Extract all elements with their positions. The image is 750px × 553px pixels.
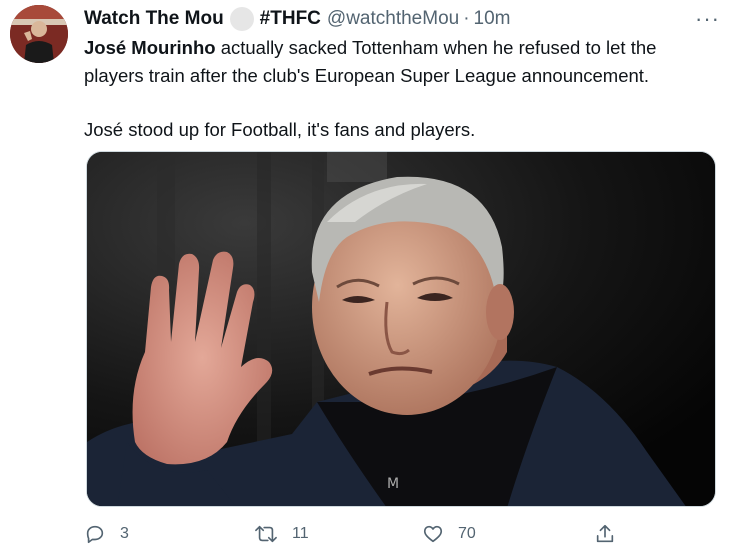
timestamp[interactable]: 10m [474, 8, 511, 30]
tweet-header: Watch The Mou #THFC @watchtheMou · 10m [84, 6, 511, 32]
heart-icon [422, 523, 444, 545]
display-name[interactable]: Watch The Mou [84, 8, 224, 30]
share-icon [594, 523, 616, 545]
name-hashtag[interactable]: #THFC [260, 8, 321, 30]
tweet-text-line-2: players train after the club's European … [84, 65, 650, 86]
tweet-text: José Mourinho actually sacked Tottenham … [84, 34, 724, 144]
reply-icon [84, 523, 106, 545]
tweet[interactable]: Watch The Mou #THFC @watchtheMou · 10m ·… [0, 0, 750, 553]
action-bar: 3 11 70 [84, 518, 624, 550]
retweet-button[interactable]: 11 [254, 518, 309, 550]
like-count: 70 [458, 525, 476, 542]
reply-count: 3 [120, 525, 129, 542]
retweet-icon [254, 523, 278, 545]
tweet-text-bold: José Mourinho [84, 37, 216, 58]
tweet-text-line-3: José stood up for Football, it's fans an… [84, 119, 476, 140]
tweet-photo[interactable]: M [86, 151, 716, 507]
like-button[interactable]: 70 [422, 518, 476, 550]
separator-dot: · [463, 8, 470, 29]
tweet-text-line-1: José Mourinho actually sacked Tottenham … [84, 34, 724, 62]
share-button[interactable] [594, 518, 616, 550]
more-icon[interactable]: ··· [695, 6, 720, 32]
retweet-count: 11 [292, 525, 309, 542]
user-handle[interactable]: @watchtheMou [327, 8, 459, 30]
name-emoji-badge [229, 7, 254, 31]
svg-text:M: M [387, 476, 399, 492]
tweet-text-line-1-rest: actually sacked Tottenham when he refuse… [215, 37, 657, 58]
reply-button[interactable]: 3 [84, 518, 129, 550]
avatar[interactable] [10, 5, 68, 63]
